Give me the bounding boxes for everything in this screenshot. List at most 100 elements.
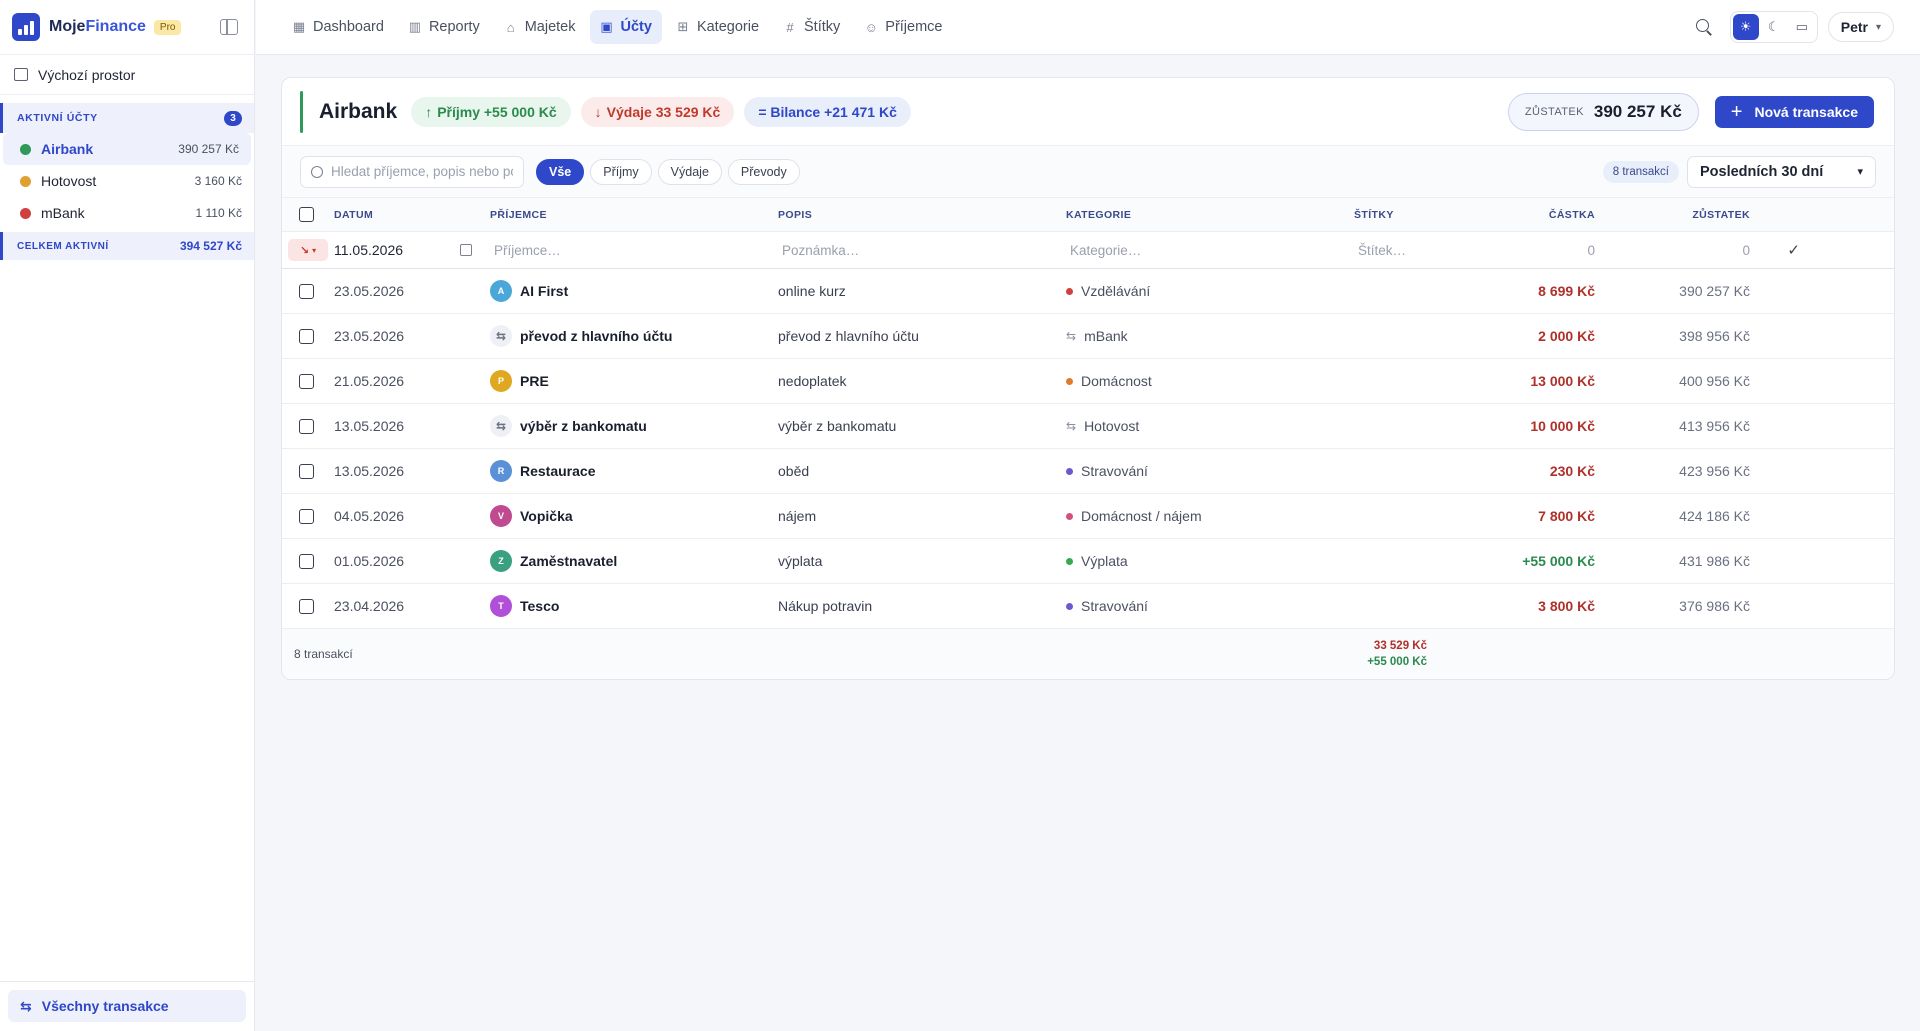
row-checkbox[interactable] — [299, 508, 314, 524]
table-row[interactable]: 21.05.2026 P PRE nedoplatek Domácnost 13 … — [282, 359, 1894, 404]
active-accounts-header: AKTIVNÍ ÚČTY 3 — [0, 103, 254, 133]
period-select[interactable]: Posledních 30 dní ▾ — [1687, 155, 1876, 188]
row-category[interactable]: Domácnost — [1066, 373, 1354, 389]
search-icon[interactable] — [1695, 19, 1712, 35]
row-amount: 13 000 Kč — [1530, 373, 1595, 389]
filter-segment[interactable]: Výdaje — [657, 158, 722, 185]
row-category[interactable]: ⇆ Hotovost — [1066, 418, 1354, 434]
plan-badge: Pro — [153, 19, 182, 35]
select-all-checkbox[interactable] — [299, 207, 314, 222]
table-row[interactable]: 04.05.2026 V Vopička nájem Domácnost / ná… — [282, 494, 1894, 539]
expense-pill[interactable]: ↓ Výdaje 33 529 Kč — [580, 96, 735, 127]
account-name: Airbank — [41, 141, 94, 157]
sidebar-account-hotovost[interactable]: Hotovost 3 160 Kč — [0, 165, 254, 197]
search-field[interactable] — [300, 155, 524, 188]
row-category[interactable]: Stravování — [1066, 463, 1354, 479]
col-payee[interactable]: PŘÍJEMCE — [490, 209, 778, 221]
category-name: Domácnost / nájem — [1081, 508, 1202, 524]
date-input[interactable]: 11.05.2026 — [334, 242, 482, 258]
col-description[interactable]: POPIS — [778, 209, 1066, 221]
col-category[interactable]: KATEGORIE — [1066, 209, 1354, 221]
account-color-bar — [300, 90, 303, 133]
table-row[interactable]: 23.04.2026 T Tesco Nákup potravin Stravov… — [282, 584, 1894, 629]
balance-value: 390 257 Kč — [1593, 101, 1682, 121]
all-transactions-button[interactable]: ⇆ Všechny transakce — [8, 990, 246, 1022]
sidebar-account-airbank[interactable]: Airbank 390 257 Kč — [3, 133, 251, 165]
sidebar-toggle-icon[interactable] — [220, 19, 238, 35]
moon-icon[interactable]: ☾ — [1761, 14, 1787, 40]
col-tags[interactable]: ŠTÍTKY — [1354, 209, 1454, 221]
note-input[interactable]: Poznámka… — [778, 243, 1066, 258]
table-row[interactable]: 23.05.2026 A AI First online kurz Vzděláv… — [282, 269, 1894, 314]
nav-wallet[interactable]: ▣ Účty — [589, 10, 662, 44]
row-date: 23.05.2026 — [334, 328, 405, 344]
sun-icon[interactable]: ☀ — [1732, 14, 1759, 40]
nav-bank[interactable]: ⌂ Majetek — [494, 10, 586, 44]
table-row[interactable]: 13.05.2026 R Restaurace oběd Stravování 2… — [282, 449, 1894, 494]
transactions-table: DATUM PŘÍJEMCE POPIS KATEGORIE ŠTÍTKY ČÁ… — [282, 198, 1894, 679]
balance-preview: 0 — [1742, 242, 1750, 258]
row-category[interactable]: Vzdělávání — [1066, 283, 1354, 299]
row-description: Nákup potravin — [778, 598, 873, 614]
income-pill[interactable]: ↑ Příjmy +55 000 Kč — [411, 96, 571, 127]
row-checkbox[interactable] — [299, 283, 314, 299]
brand: MojeFinance Pro — [0, 0, 254, 55]
tag-input[interactable]: Štítek… — [1354, 243, 1454, 258]
row-payee[interactable]: A AI First — [490, 280, 778, 302]
row-payee[interactable]: ⇆ převod z hlavního účtu — [490, 325, 778, 347]
table-row[interactable]: 01.05.2026 Z Zaměstnavatel výplata Výplat… — [282, 539, 1894, 584]
payee-name: AI First — [520, 283, 569, 299]
confirm-check-icon[interactable]: ✓ — [1787, 242, 1800, 259]
row-payee[interactable]: Z Zaměstnavatel — [490, 550, 778, 572]
income-label: Příjmy +55 000 Kč — [437, 103, 557, 120]
table-row[interactable]: 23.05.2026 ⇆ převod z hlavního účtu převo… — [282, 314, 1894, 359]
nav-hash[interactable]: # Štítky — [773, 10, 850, 44]
payee-name: Restaurace — [520, 463, 596, 479]
search-input[interactable] — [331, 164, 513, 179]
row-checkbox[interactable] — [299, 598, 314, 614]
transfer-icon: ⇆ — [490, 415, 512, 437]
row-checkbox[interactable] — [299, 463, 314, 479]
row-payee[interactable]: ⇆ výběr z bankomatu — [490, 415, 778, 437]
nav-categories[interactable]: ⊞ Kategorie — [666, 10, 769, 44]
table-row[interactable]: 13.05.2026 ⇆ výběr z bankomatu výběr z ba… — [282, 404, 1894, 449]
nav-grid[interactable]: ▦ Dashboard — [282, 10, 394, 44]
table-header: DATUM PŘÍJEMCE POPIS KATEGORIE ŠTÍTKY ČÁ… — [282, 198, 1894, 232]
nav-users[interactable]: ☺ Příjemce — [854, 10, 952, 44]
workspace-switcher[interactable]: Výchozí prostor — [0, 55, 254, 95]
filter-segment[interactable]: Vše — [536, 158, 585, 185]
sidebar-account-mbank[interactable]: mBank 1 110 Kč — [0, 197, 254, 229]
filter-segment[interactable]: Příjmy — [590, 158, 652, 185]
transaction-type-toggle[interactable]: ↘ ▾ — [288, 239, 328, 261]
calendar-icon[interactable] — [460, 244, 472, 256]
logo-icon[interactable] — [12, 13, 40, 41]
row-category[interactable]: Domácnost / nájem — [1066, 508, 1354, 524]
row-category[interactable]: Výplata — [1066, 553, 1354, 569]
accounts-count-badge: 3 — [224, 110, 242, 126]
monitor-icon[interactable]: ▭ — [1789, 14, 1815, 40]
row-payee[interactable]: V Vopička — [490, 505, 778, 527]
user-menu-button[interactable]: Petr ▾ — [1827, 12, 1894, 42]
row-checkbox[interactable] — [299, 328, 314, 344]
row-checkbox[interactable] — [299, 373, 314, 389]
row-category[interactable]: ⇆ mBank — [1066, 328, 1354, 344]
row-category[interactable]: Stravování — [1066, 598, 1354, 614]
col-balance[interactable]: ZŮSTATEK — [1595, 209, 1750, 221]
nav-bar-chart[interactable]: ▥ Reporty — [398, 10, 490, 44]
row-payee[interactable]: R Restaurace — [490, 460, 778, 482]
col-date[interactable]: DATUM — [334, 209, 490, 221]
filter-segment[interactable]: Převody — [727, 158, 800, 185]
row-payee[interactable]: T Tesco — [490, 595, 778, 617]
new-transaction-button[interactable]: + Nová transakce — [1714, 95, 1874, 128]
payee-input[interactable]: Příjemce… — [490, 243, 778, 258]
row-balance: 390 257 Kč — [1679, 283, 1750, 299]
balance-diff-pill[interactable]: = Bilance +21 471 Kč — [744, 96, 911, 127]
date-value: 11.05.2026 — [334, 242, 404, 258]
category-input[interactable]: Kategorie… — [1066, 243, 1354, 258]
theme-switcher: ☀ ☾ ▭ — [1729, 11, 1818, 43]
row-checkbox[interactable] — [299, 418, 314, 434]
amount-input[interactable]: 0 — [1454, 243, 1595, 258]
col-amount[interactable]: ČÁSTKA — [1454, 209, 1595, 221]
row-checkbox[interactable] — [299, 553, 314, 569]
row-payee[interactable]: P PRE — [490, 370, 778, 392]
